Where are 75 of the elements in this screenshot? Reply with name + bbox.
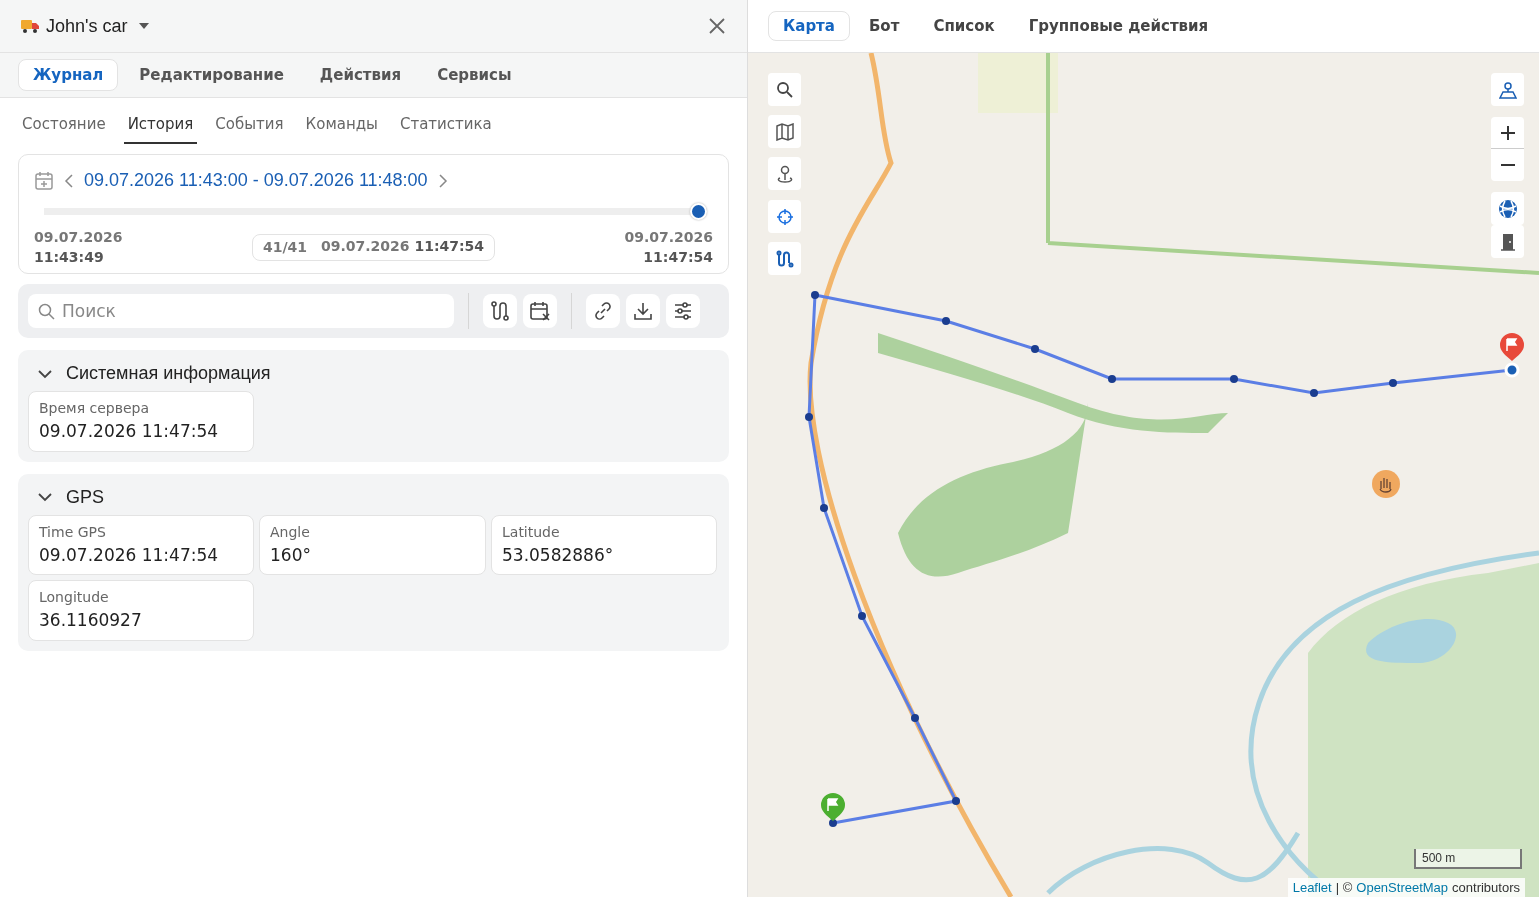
pin-button[interactable] [768, 157, 801, 190]
attribution-separator: | © [1335, 878, 1353, 897]
previous-icon [64, 172, 74, 189]
globe-button[interactable] [1491, 192, 1524, 225]
route-button[interactable] [483, 294, 517, 329]
journal-tab[interactable]: Сервисы [422, 58, 527, 92]
journal-tab[interactable]: Редактирование [124, 58, 299, 92]
link-button[interactable] [586, 294, 620, 329]
route-button[interactable] [768, 242, 801, 275]
history-tab[interactable]: Команды [301, 98, 382, 144]
filter-icon [673, 301, 693, 322]
chevron-icon [38, 492, 52, 503]
field-value: 36.1160927 [39, 609, 143, 633]
calendar-icon[interactable] [34, 170, 54, 191]
field-label: Время сервера [39, 399, 151, 419]
scale-bar: 500 m [1414, 849, 1522, 869]
download-icon [633, 301, 653, 322]
download-button[interactable] [626, 294, 660, 329]
globe-icon [1497, 198, 1518, 219]
pin-icon [775, 164, 794, 183]
journal-tab[interactable]: Действия [304, 58, 417, 92]
location-pin-icon [1498, 80, 1517, 99]
map-view-tab[interactable]: Список [918, 10, 1010, 42]
attribution-text: contributors [1452, 878, 1520, 897]
history-tab[interactable]: События [211, 98, 288, 144]
crosshair-button[interactable] [768, 200, 801, 233]
date-range[interactable]: 09.07.2026 11:43:00 - 09.07.2026 11:48:00 [84, 167, 428, 194]
leaflet-link[interactable]: Leaflet [1292, 877, 1332, 897]
zoom-in-icon [1499, 124, 1516, 141]
crosshair-icon [775, 207, 794, 226]
field-value: 09.07.2026 11:47:54 [39, 420, 220, 444]
history-tab[interactable]: Состояние [18, 98, 110, 144]
field-label: Angle [270, 522, 311, 542]
door-button[interactable] [1491, 225, 1524, 258]
field-label: Time GPS [39, 522, 107, 542]
field-value: 53.0582886° [502, 543, 615, 567]
calendar-clear-icon [529, 300, 551, 323]
filter-button[interactable] [666, 294, 700, 329]
door-icon [1499, 232, 1516, 251]
field-label: Longitude [39, 588, 110, 608]
map-layers-icon [775, 122, 794, 141]
map-view-tab[interactable]: Карта [768, 10, 850, 42]
openstreetmap-link[interactable]: OpenStreetMap [1356, 877, 1449, 897]
map-view-tab[interactable]: Групповые действия [1013, 10, 1224, 42]
next-icon [437, 172, 448, 189]
section-header[interactable]: GPS [28, 483, 108, 515]
close-button[interactable] [707, 16, 727, 36]
calendar-clear-button[interactable] [523, 294, 557, 329]
field-value: 160° [270, 543, 312, 567]
close-icon [708, 17, 726, 35]
end-time: 09.07.2026 11:47:54 [624, 228, 713, 267]
section-header[interactable]: Системная информация [28, 360, 275, 392]
previous-button[interactable] [62, 172, 76, 189]
chevron-icon [38, 368, 52, 379]
truck-icon [20, 18, 40, 34]
map-view-tab[interactable]: Бот [853, 10, 915, 42]
point-counter: 41/41 [262, 238, 307, 258]
location-pin-button[interactable] [1491, 73, 1524, 106]
caret-icon[interactable] [137, 21, 152, 31]
vehicle-title: John's car [46, 14, 128, 38]
slider-thumb[interactable] [690, 203, 707, 220]
journal-tab[interactable]: Журнал [18, 58, 119, 92]
route-icon [489, 300, 511, 323]
point-time: 09.07.2026 11:47:54 [321, 237, 485, 257]
search-icon [775, 80, 794, 99]
route-icon [775, 249, 794, 268]
start-time: 09.07.2026 11:43:49 [34, 228, 123, 267]
map-layers-button[interactable] [768, 115, 801, 148]
history-tab[interactable]: История [123, 98, 198, 144]
history-tab[interactable]: Статистика [395, 98, 496, 144]
search-button[interactable] [768, 73, 801, 106]
field-label: Latitude [502, 522, 561, 542]
link-icon [593, 301, 613, 322]
field-value: 09.07.2026 11:47:54 [39, 543, 220, 567]
search-field[interactable]: Поиск [28, 294, 454, 329]
